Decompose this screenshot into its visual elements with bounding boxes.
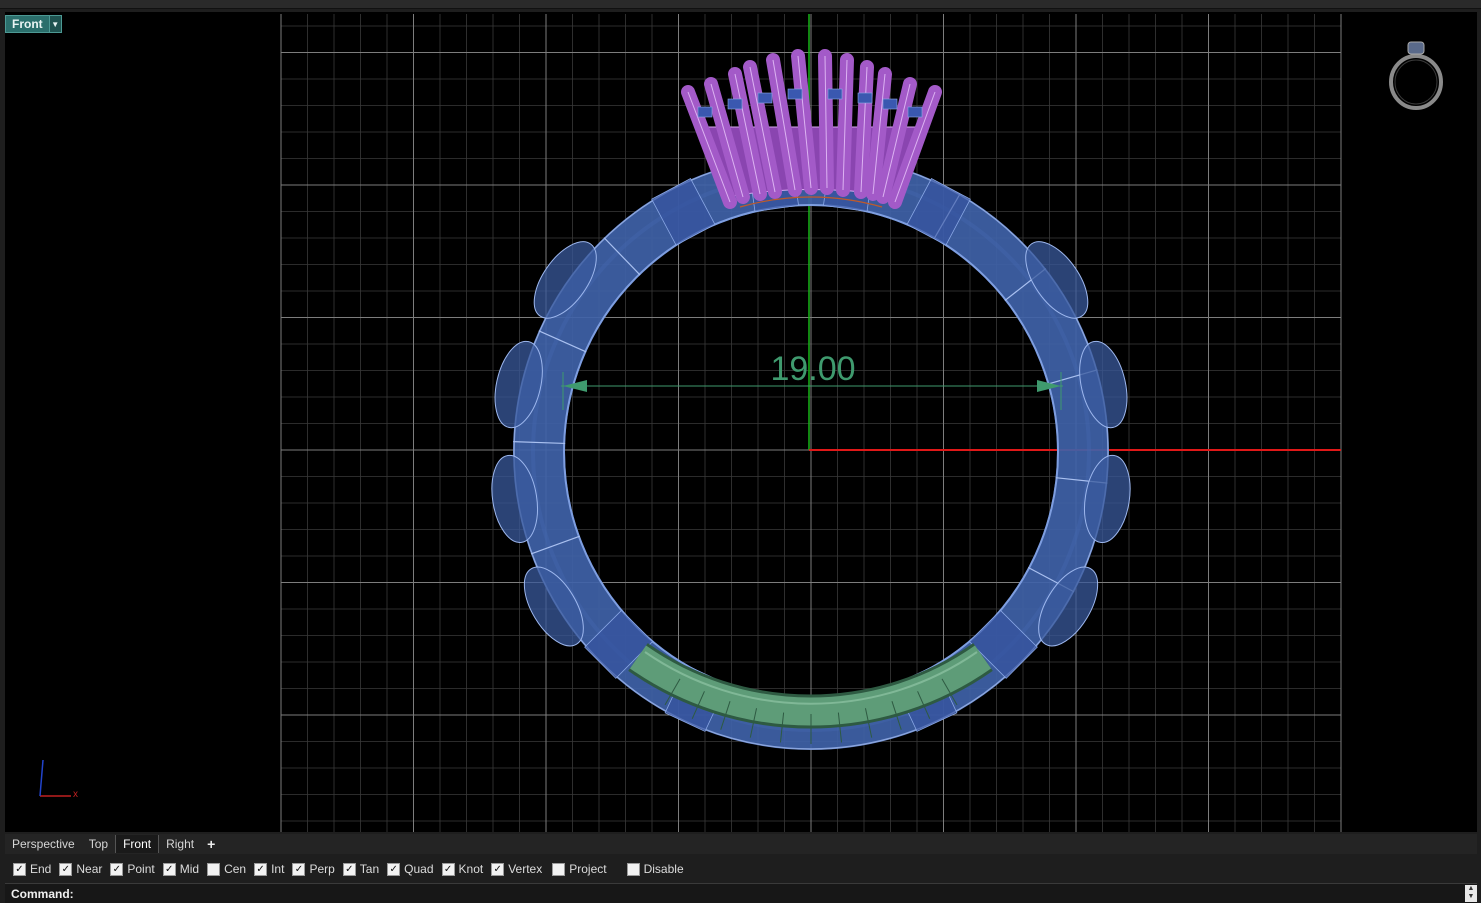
osnap-checkbox[interactable]: ✓ [387,862,401,876]
osnap-checkbox[interactable]: ✓ [491,862,505,876]
osnap-checkbox[interactable]: ✓ [162,862,176,876]
osnap-bar: ✓ End ✓ Near ✓ Point ✓ Mid Cen ✓ Int ✓ Perp ✓ Tan ✓ Quad… [5,858,1477,880]
osnap-checkbox[interactable]: ✓ [342,862,356,876]
add-tab-button[interactable]: + [201,836,221,852]
osnap-label: Knot [458,862,484,876]
osnap-label: Perp [309,862,335,876]
command-label: Command: [11,886,74,901]
osnap-cen[interactable]: Cen [207,862,246,876]
osnap-label: Mid [179,862,200,876]
osnap-label: Project [569,862,607,876]
osnap-checkbox[interactable] [626,862,640,876]
osnap-checkbox[interactable]: ✓ [441,862,455,876]
osnap-checkbox[interactable] [207,862,221,876]
osnap-checkbox[interactable]: ✓ [292,862,306,876]
osnap-end[interactable]: ✓ End [13,862,51,876]
chevron-down-icon[interactable]: ▼ [48,16,61,32]
osnap-label: End [30,862,52,876]
ring-thumbnail-icon [1389,41,1443,110]
osnap-disable[interactable]: Disable [626,862,684,876]
viewport-title[interactable]: Front ▼ [5,15,62,33]
osnap-quad[interactable]: ✓ Quad [387,862,434,876]
osnap-checkbox[interactable]: ✓ [254,862,268,876]
osnap-perp[interactable]: ✓ Perp [292,862,335,876]
front-viewport[interactable]: Front ▼ 19.00 x [5,12,1477,832]
viewport-canvas[interactable]: 19.00 x [5,12,1477,832]
osnap-near[interactable]: ✓ Near [59,862,102,876]
axis-indicator: x [39,759,78,800]
osnap-label: Int [271,862,285,876]
command-line[interactable]: Command: ▲ ▼ [5,883,1477,903]
viewport-title-label: Front [12,17,43,31]
tab-front[interactable]: Front [115,835,160,853]
tab-top[interactable]: Top [82,835,115,853]
window-top-border [0,0,1481,9]
osnap-vertex[interactable]: ✓ Vertex [491,862,542,876]
command-scroll-icon[interactable]: ▲ ▼ [1465,885,1477,902]
osnap-checkbox[interactable]: ✓ [110,862,124,876]
osnap-label: Cen [224,862,247,876]
osnap-mid[interactable]: ✓ Mid [162,862,200,876]
tab-perspective[interactable]: Perspective [5,835,82,853]
osnap-point[interactable]: ✓ Point [110,862,155,876]
osnap-label: Vertex [508,862,543,876]
osnap-label: Quad [404,862,434,876]
osnap-label: Point [127,862,155,876]
osnap-label: Disable [643,862,684,876]
osnap-label: Near [76,862,103,876]
axis-x-label: x [73,789,78,800]
osnap-checkbox[interactable]: ✓ [13,862,26,876]
osnap-checkbox[interactable] [552,862,566,876]
osnap-label: Tan [359,862,380,876]
view-tabs: Perspective Top Front Right + [5,834,1477,854]
tab-right[interactable]: Right [159,835,201,853]
osnap-tan[interactable]: ✓ Tan [342,862,380,876]
osnap-checkbox[interactable]: ✓ [59,862,73,876]
osnap-knot[interactable]: ✓ Knot [441,862,484,876]
osnap-project[interactable]: Project [552,862,607,876]
dimension-annotation[interactable]: 19.00 [561,350,1063,410]
dimension-value: 19.00 [770,350,855,388]
osnap-int[interactable]: ✓ Int [254,862,284,876]
